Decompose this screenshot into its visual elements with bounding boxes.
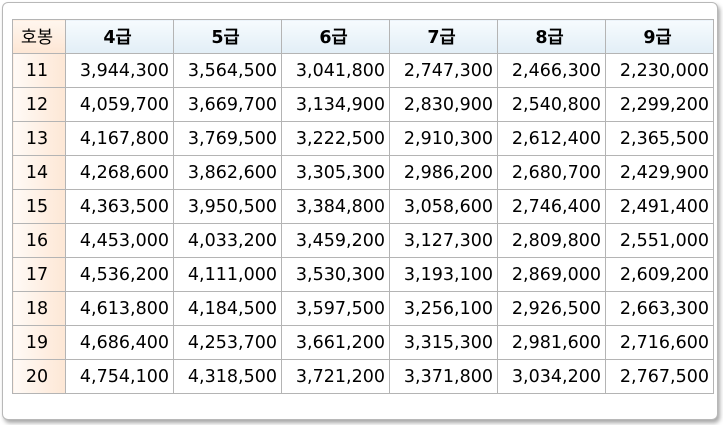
salary-cell: 3,564,500 <box>173 53 282 88</box>
salary-cell: 3,058,600 <box>389 189 498 224</box>
salary-cell: 3,034,200 <box>497 359 606 394</box>
salary-cell: 3,315,300 <box>389 325 498 360</box>
row-step-cell: 13 <box>12 121 66 156</box>
salary-cell: 2,767,500 <box>605 359 714 394</box>
salary-cell: 2,869,000 <box>497 257 606 292</box>
salary-cell: 3,721,200 <box>281 359 390 394</box>
row-step-cell: 14 <box>12 155 66 190</box>
salary-cell: 3,127,300 <box>389 223 498 258</box>
row-step-cell: 20 <box>12 359 66 394</box>
salary-cell: 2,365,500 <box>605 121 714 156</box>
salary-cell: 2,680,700 <box>497 155 606 190</box>
salary-cell: 2,429,900 <box>605 155 714 190</box>
salary-cell: 3,256,100 <box>389 291 498 326</box>
salary-cell: 2,747,300 <box>389 53 498 88</box>
salary-cell: 4,613,800 <box>65 291 174 326</box>
salary-cell: 2,746,400 <box>497 189 606 224</box>
salary-cell: 2,540,800 <box>497 87 606 122</box>
row-step-cell: 15 <box>12 189 66 224</box>
salary-cell: 2,986,200 <box>389 155 498 190</box>
salary-cell: 3,459,200 <box>281 223 390 258</box>
salary-cell: 3,862,600 <box>173 155 282 190</box>
salary-cell: 4,059,700 <box>65 87 174 122</box>
salary-table: 호봉 4급 5급 6급 7급 8급 9급 11 3,944,300 3,564,50… <box>12 19 714 394</box>
table-row: 11 3,944,300 3,564,500 3,041,800 2,747,300 2,… <box>12 53 714 88</box>
salary-cell: 4,536,200 <box>65 257 174 292</box>
table-body: 11 3,944,300 3,564,500 3,041,800 2,747,300 2,… <box>12 53 714 394</box>
salary-cell: 2,299,200 <box>605 87 714 122</box>
table-row: 15 4,363,500 3,950,500 3,384,800 3,058,600 2,… <box>12 189 714 224</box>
salary-cell: 3,041,800 <box>281 53 390 88</box>
salary-cell: 4,363,500 <box>65 189 174 224</box>
salary-cell: 4,686,400 <box>65 325 174 360</box>
row-step-cell: 12 <box>12 87 66 122</box>
salary-cell: 4,184,500 <box>173 291 282 326</box>
table-frame: 호봉 4급 5급 6급 7급 8급 9급 11 3,944,300 3,564,50… <box>2 2 718 420</box>
salary-cell: 3,950,500 <box>173 189 282 224</box>
salary-cell: 4,268,600 <box>65 155 174 190</box>
header-grade-5: 5급 <box>173 19 282 54</box>
salary-cell: 2,910,300 <box>389 121 498 156</box>
salary-cell: 3,530,300 <box>281 257 390 292</box>
salary-cell: 4,111,000 <box>173 257 282 292</box>
salary-cell: 3,371,800 <box>389 359 498 394</box>
row-step-cell: 17 <box>12 257 66 292</box>
salary-cell: 3,134,900 <box>281 87 390 122</box>
salary-cell: 2,612,400 <box>497 121 606 156</box>
table-row: 12 4,059,700 3,669,700 3,134,900 2,830,900 2,… <box>12 87 714 122</box>
table-row: 20 4,754,100 4,318,500 3,721,200 3,371,800 3,… <box>12 359 714 394</box>
row-step-cell: 16 <box>12 223 66 258</box>
salary-cell: 4,453,000 <box>65 223 174 258</box>
table-row: 19 4,686,400 4,253,700 3,661,200 3,315,300 2,… <box>12 325 714 360</box>
salary-cell: 2,716,600 <box>605 325 714 360</box>
header-row: 호봉 4급 5급 6급 7급 8급 9급 <box>12 19 714 54</box>
salary-cell: 2,809,800 <box>497 223 606 258</box>
salary-cell: 2,663,300 <box>605 291 714 326</box>
salary-cell: 4,033,200 <box>173 223 282 258</box>
salary-cell: 4,253,700 <box>173 325 282 360</box>
table-row: 13 4,167,800 3,769,500 3,222,500 2,910,300 2,… <box>12 121 714 156</box>
salary-cell: 3,305,300 <box>281 155 390 190</box>
salary-cell: 2,491,400 <box>605 189 714 224</box>
header-grade-9: 9급 <box>605 19 714 54</box>
header-grade-6: 6급 <box>281 19 390 54</box>
salary-cell: 4,754,100 <box>65 359 174 394</box>
salary-cell: 3,384,800 <box>281 189 390 224</box>
salary-cell: 3,597,500 <box>281 291 390 326</box>
salary-cell: 3,769,500 <box>173 121 282 156</box>
salary-cell: 2,609,200 <box>605 257 714 292</box>
row-step-cell: 11 <box>12 53 66 88</box>
salary-cell: 2,926,500 <box>497 291 606 326</box>
salary-cell: 2,230,000 <box>605 53 714 88</box>
header-step: 호봉 <box>12 19 66 54</box>
salary-cell: 2,466,300 <box>497 53 606 88</box>
salary-cell: 3,661,200 <box>281 325 390 360</box>
salary-cell: 3,222,500 <box>281 121 390 156</box>
salary-cell: 2,830,900 <box>389 87 498 122</box>
table-row: 18 4,613,800 4,184,500 3,597,500 3,256,100 2,… <box>12 291 714 326</box>
row-step-cell: 19 <box>12 325 66 360</box>
salary-cell: 4,318,500 <box>173 359 282 394</box>
salary-cell: 3,944,300 <box>65 53 174 88</box>
salary-cell: 4,167,800 <box>65 121 174 156</box>
salary-cell: 2,981,600 <box>497 325 606 360</box>
salary-cell: 3,669,700 <box>173 87 282 122</box>
table-row: 17 4,536,200 4,111,000 3,530,300 3,193,100 2,… <box>12 257 714 292</box>
header-grade-8: 8급 <box>497 19 606 54</box>
table-row: 14 4,268,600 3,862,600 3,305,300 2,986,200 2,… <box>12 155 714 190</box>
salary-cell: 3,193,100 <box>389 257 498 292</box>
row-step-cell: 18 <box>12 291 66 326</box>
header-grade-4: 4급 <box>65 19 174 54</box>
table-row: 16 4,453,000 4,033,200 3,459,200 3,127,300 2,… <box>12 223 714 258</box>
header-grade-7: 7급 <box>389 19 498 54</box>
salary-cell: 2,551,000 <box>605 223 714 258</box>
